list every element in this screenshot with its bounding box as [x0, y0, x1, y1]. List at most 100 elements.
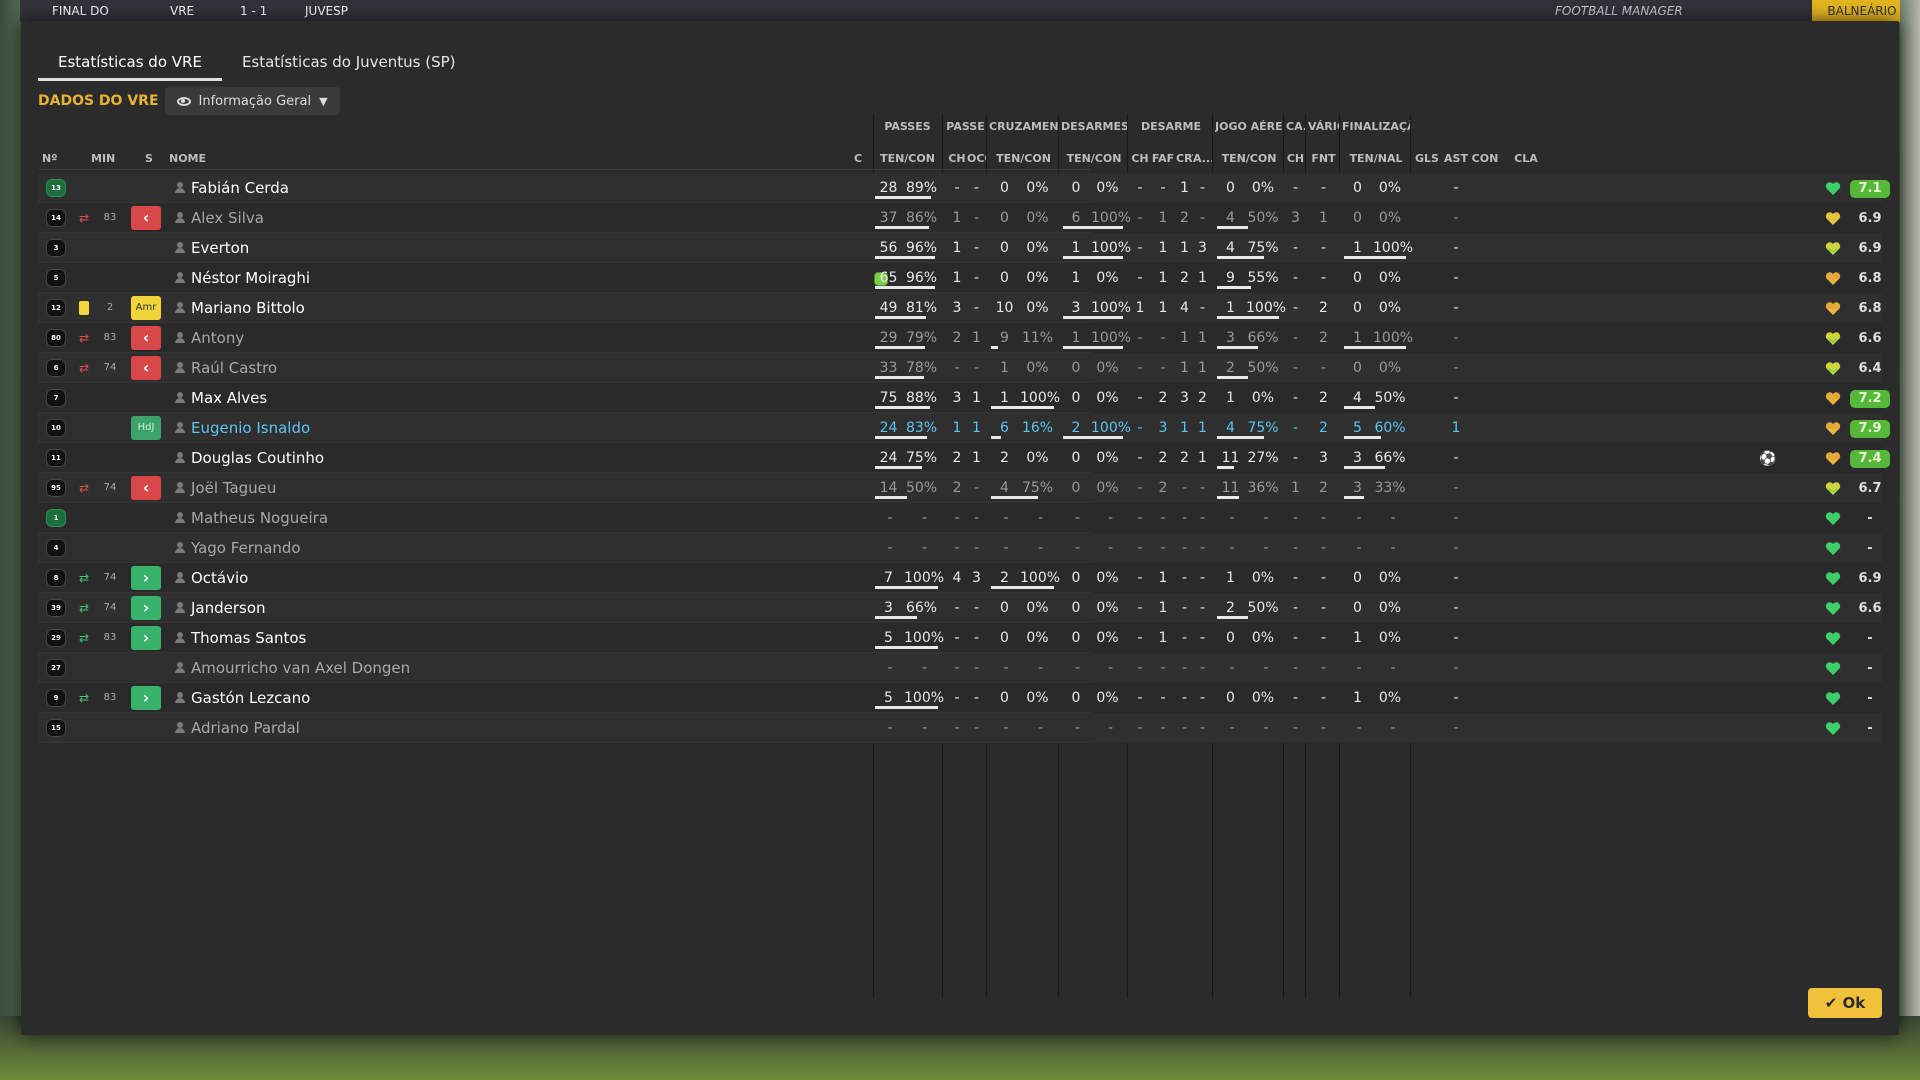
player-name[interactable]: Raúl Castro [191, 353, 277, 383]
shirt-number-icon: 9 [46, 689, 66, 707]
tab-away-stats[interactable]: Estatísticas do Juventus (SP) [222, 47, 476, 81]
player-name[interactable]: Eugenio Isnaldo [191, 413, 310, 443]
crosses-count: 1 [1000, 360, 1009, 376]
pass-ch: 1 [952, 210, 962, 226]
group-header[interactable]: VÁRIOS [1308, 120, 1339, 133]
column-header[interactable]: GLS [1411, 152, 1443, 165]
player-name[interactable]: Everton [191, 233, 249, 263]
column-header[interactable]: TEN/CON [1215, 152, 1283, 165]
substituted-off-icon: ⇄ [79, 331, 90, 345]
event-minute: 83 [103, 332, 117, 343]
aerial-success-bar [1217, 436, 1264, 439]
column-header[interactable]: TEN/CON [989, 152, 1058, 165]
passes-success-bar [875, 256, 935, 259]
player-row[interactable]: 4 Yago Fernando - - - - - - - - - - - - - - - - - - - - [38, 533, 1882, 563]
player-row[interactable]: 11 Douglas Coutinho 24 75% 2 1 2 0% 0 0% -2 2 1 11 27%… [38, 443, 1890, 473]
column-header[interactable]: CLA [1501, 152, 1551, 165]
player-rating: 7.2 [1850, 390, 1890, 408]
player-name[interactable]: Alex Silva [191, 203, 264, 233]
column-header[interactable]: CH [1286, 152, 1305, 165]
group-header[interactable]: JOGO AÉREO [1215, 120, 1283, 133]
bg-dressing-room-button[interactable]: BALNEÁRIO [1812, 0, 1912, 22]
stat-empty: - [1003, 660, 1009, 676]
shots-pct: 50% [1374, 390, 1406, 406]
tackles-pct: 0% [1096, 600, 1119, 616]
group-header[interactable]: CA... [1286, 120, 1305, 133]
player-name[interactable]: Douglas Coutinho [191, 443, 324, 473]
tackles-count: 0 [1071, 360, 1081, 376]
player-row[interactable]: 27 Amourricho van Axel Dongen - - - - - - - - - - - -… [38, 653, 1882, 683]
player-row[interactable]: 95 ⇄ 74 ‹ Joël Tagueu 14 50% 2-4 75% 0 0% -2- -11 36%… [38, 473, 1882, 503]
crosses-count: 0 [1000, 180, 1009, 196]
aerial-pct: 50% [1247, 360, 1279, 376]
stat-empty: - [1356, 540, 1362, 556]
player-row[interactable]: 7 Max Alves 75 88% 3 1 1 100% 0 0% -2 3 2 1 0% -2 4 50% -7… [38, 383, 1890, 413]
player-name[interactable]: Néstor Moiraghi [191, 263, 310, 293]
player-name[interactable]: Fabián Cerda [191, 173, 289, 203]
player-row[interactable]: 9 ⇄ 83 › Gastón Lezcano 5 100% - -0 0% 0 0% - - - -0 0% -… [38, 683, 1882, 713]
player-rating: 6.8 [1858, 271, 1882, 286]
player-name[interactable]: Joël Tagueu [191, 473, 276, 503]
player-row[interactable]: 3 Everton 56 96% 1-0 0% 1 100% -1 1 3 4 75% - -1 100% -6… [38, 233, 1882, 263]
player-row[interactable]: 5 Néstor Moiraghi 65 96% 1-0 0% 1 0% -1 2 1 9 55% - -0… [38, 263, 1882, 293]
player-row[interactable]: 15 Adriano Pardal - - - - - - - - - - - - - - - - - - - - [38, 713, 1882, 743]
player-name[interactable]: Matheus Nogueira [191, 503, 328, 533]
column-header[interactable]: OCG [967, 152, 986, 165]
crosses-count: 0 [1000, 690, 1009, 706]
column-header[interactable]: AST [1443, 152, 1469, 165]
column-header[interactable]: TEN/CON [1061, 152, 1127, 165]
column-header[interactable]: CON [1469, 152, 1501, 165]
column-header[interactable]: TEN/NAL [1342, 152, 1410, 165]
column-header[interactable]: A... [1193, 152, 1212, 165]
player-row[interactable]: 13 Fabián Cerda 28 89% - -0 0% 0 0% - -1-0 0% - -0 0% -… [38, 173, 1890, 203]
column-header[interactable]: CH [947, 152, 967, 165]
shirt-number-icon: 80 [46, 329, 66, 347]
player-name[interactable]: Janderson [191, 593, 266, 623]
shots-pct: 0% [1378, 180, 1402, 196]
player-name[interactable]: Octávio [191, 563, 248, 593]
player-row[interactable]: 14 ⇄ 83 ‹ Alex Silva 37 86% 1-0 0% 6 100% -1 2-4 50% 3… [38, 203, 1882, 233]
player-name[interactable]: Amourricho van Axel Dongen [191, 653, 410, 683]
crosses-count: 10 [995, 300, 1014, 316]
player-name[interactable]: Antony [191, 323, 244, 353]
player-row[interactable]: 8 ⇄ 74 › Octávio 7 100% 4 3 2 100% 0 0% -1- -1 0% - -0 0% -… [38, 563, 1882, 593]
player-row[interactable]: 6 ⇄ 74 ‹ Raúl Castro 33 78% - -1 0% 0 0% - -1 1 2 50% - -0… [38, 353, 1882, 383]
assists-stat: 1 [1451, 420, 1461, 436]
player-name[interactable]: Mariano Bittolo [191, 293, 305, 323]
player-name[interactable]: Gastón Lezcano [191, 683, 310, 713]
tackle-stat: 1 [1180, 240, 1189, 256]
check-icon: ✔ [1824, 994, 1838, 1012]
stat-empty: - [1107, 510, 1114, 526]
column-header[interactable]: TEN/CON [873, 152, 942, 165]
background-pitch-left [0, 0, 20, 1080]
stat-empty: - [1074, 510, 1081, 526]
player-row[interactable]: 39 ⇄ 74 › Janderson 3 66% - -0 0% 0 0% -1- -2 50% - -0 0%… [38, 593, 1882, 623]
ok-button[interactable]: ✔ Ok [1808, 988, 1882, 1018]
player-row[interactable]: 29 ⇄ 83 › Thomas Santos 5 100% - -0 0% 0 0% -1- -0 0% -… [38, 623, 1882, 653]
player-row[interactable]: 10 HdJ Eugenio Isnaldo 24 83% 1 1 6 16% 2 100% -3 1 1… [38, 413, 1890, 443]
player-name[interactable]: Adriano Pardal [191, 713, 300, 743]
view-dropdown[interactable]: Informação Geral ▼ [164, 87, 340, 115]
group-header[interactable]: DESARMES [1061, 120, 1127, 133]
tab-home-stats[interactable]: Estatísticas do VRE [38, 47, 222, 81]
player-name[interactable]: Thomas Santos [191, 623, 306, 653]
stat-empty: - [954, 660, 960, 676]
column-header[interactable]: FNT [1308, 152, 1339, 165]
column-header[interactable]: CH [1130, 152, 1150, 165]
player-row[interactable]: 1 Matheus Nogueira - - - - - - - - - - - - - - - - - - - - [38, 503, 1882, 533]
aerial-pct: 0% [1251, 180, 1275, 196]
column-header[interactable]: CRT [1176, 152, 1193, 165]
pass-ocg: 1 [972, 330, 981, 346]
group-header[interactable]: PASSES [873, 120, 942, 133]
group-header[interactable]: DESARME [1130, 120, 1212, 133]
group-header[interactable]: CRUZAMENTOS [989, 120, 1058, 133]
column-header[interactable]: FAF [1150, 152, 1176, 165]
player-row[interactable]: 12 2 Amr Mariano Bittolo 49 81% 3-10 0% 3 100% 1 1 4… [38, 293, 1882, 323]
stat-empty: - [1137, 510, 1143, 526]
player-row[interactable]: 80 ⇄ 83 ‹ Antony 29 79% 2 1 9 11% 1 100% - -1 1 3 66% -2 1 1… [38, 323, 1882, 353]
group-header[interactable]: FINALIZAÇÃO [1342, 120, 1410, 133]
player-name[interactable]: Max Alves [191, 383, 267, 413]
pass-ocg: - [973, 630, 980, 646]
group-header[interactable]: PASSE [945, 120, 986, 133]
player-name[interactable]: Yago Fernando [191, 533, 301, 563]
